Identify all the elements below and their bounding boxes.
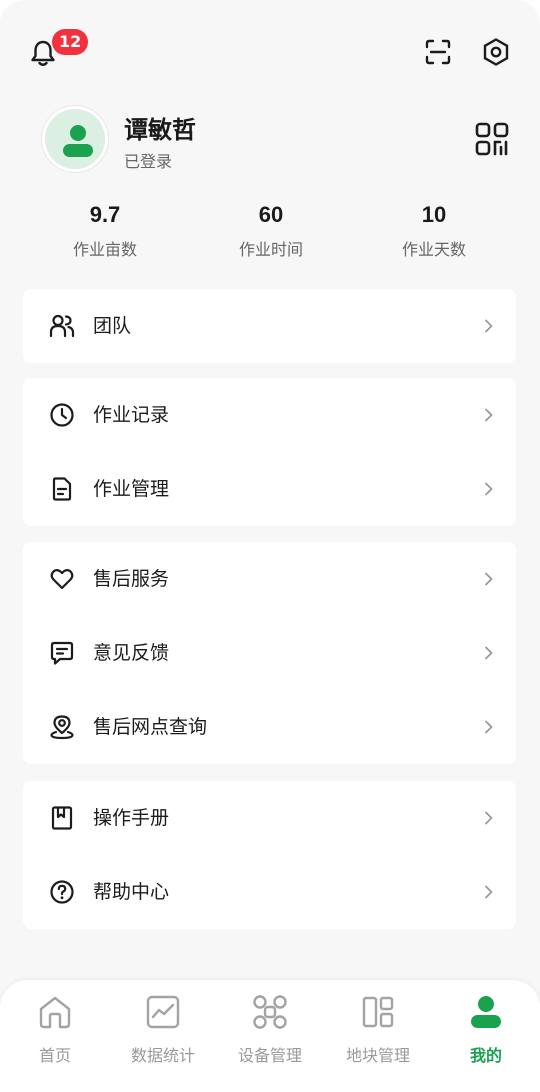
menu-item-help-center[interactable]: 帮助中心: [23, 855, 516, 929]
home-icon: [39, 996, 71, 1029]
chart-icon: [146, 995, 180, 1029]
bottom-nav: 首页 数据统计 设备管理 地块管理 我的: [0, 980, 540, 1092]
stat-time[interactable]: 60 作业时间: [191, 198, 351, 260]
menu-item-manual[interactable]: 操作手册: [23, 781, 516, 855]
work-card: 作业记录 作业管理: [23, 378, 516, 526]
heart-icon: [50, 569, 74, 590]
chevron-right-icon: [485, 885, 493, 899]
team-icon: [49, 314, 75, 338]
document-icon: [52, 477, 72, 501]
plots-icon: [362, 996, 394, 1028]
chevron-right-icon: [485, 408, 493, 422]
profile-icon: [471, 996, 501, 1028]
book-icon: [51, 806, 73, 830]
stat-value: 9.7: [89, 202, 121, 227]
nav-label: 首页: [38, 1046, 71, 1065]
menu-item-after-sales[interactable]: 售后服务: [23, 542, 516, 616]
menu-item-work-records[interactable]: 作业记录: [23, 378, 516, 452]
avatar[interactable]: [42, 106, 108, 172]
menu-label: 售后服务: [93, 568, 170, 590]
chevron-right-icon: [485, 646, 493, 660]
nav-label: 地块管理: [345, 1046, 410, 1065]
menu-item-work-management[interactable]: 作业管理: [23, 452, 516, 526]
menu-label: 作业记录: [93, 404, 170, 426]
stat-acres[interactable]: 9.7 作业亩数: [25, 198, 185, 260]
qr-code-icon[interactable]: [474, 121, 510, 157]
stat-label: 作业亩数: [72, 240, 137, 259]
help-card: 操作手册 帮助中心: [23, 781, 516, 929]
menu-label: 售后网点查询: [93, 716, 208, 738]
menu-label: 操作手册: [93, 807, 170, 829]
drone-icon: [253, 995, 287, 1029]
stat-label: 作业时间: [238, 240, 303, 259]
nav-mine[interactable]: 我的: [432, 980, 540, 1092]
settings-icon[interactable]: [482, 37, 510, 67]
chevron-right-icon: [485, 720, 493, 734]
nav-label: 我的: [469, 1046, 502, 1065]
nav-plots[interactable]: 地块管理: [324, 980, 432, 1092]
menu-item-team[interactable]: 团队: [23, 289, 516, 363]
help-icon: [50, 880, 74, 904]
scan-icon[interactable]: [424, 38, 452, 66]
stat-days[interactable]: 10 作业天数: [354, 198, 514, 260]
top-bar: 12: [0, 0, 540, 100]
chevron-right-icon: [485, 572, 493, 586]
user-name: 谭敏哲: [124, 116, 196, 144]
nav-label: 设备管理: [237, 1046, 302, 1065]
nav-home[interactable]: 首页: [1, 980, 109, 1092]
stat-label: 作业天数: [401, 240, 466, 259]
notification-badge: 12: [52, 29, 89, 55]
location-icon: [50, 715, 74, 740]
team-card: 团队: [23, 289, 516, 363]
clock-icon: [50, 403, 74, 427]
menu-label: 团队: [93, 315, 132, 337]
service-card: 售后服务 意见反馈 售后网点查询: [23, 542, 516, 764]
menu-label: 帮助中心: [93, 881, 170, 903]
mine-page: 12 谭敏哲 已登录 9.7 作业亩数 60 作业时间 10 作业天数 团队 作…: [0, 0, 540, 1092]
chevron-right-icon: [485, 811, 493, 825]
stat-value: 60: [258, 202, 284, 227]
nav-devices[interactable]: 设备管理: [216, 980, 324, 1092]
stats-row: 9.7 作业亩数 60 作业时间 10 作业天数: [0, 198, 540, 268]
menu-item-service-outlets[interactable]: 售后网点查询: [23, 690, 516, 764]
chevron-right-icon: [485, 319, 493, 333]
menu-label: 意见反馈: [93, 642, 170, 664]
menu-item-feedback[interactable]: 意见反馈: [23, 616, 516, 690]
nav-label: 数据统计: [130, 1046, 195, 1065]
login-status: 已登录: [124, 152, 173, 171]
nav-statistics[interactable]: 数据统计: [109, 980, 217, 1092]
stat-value: 10: [421, 202, 447, 227]
message-icon: [50, 641, 74, 665]
chevron-right-icon: [485, 482, 493, 496]
menu-label: 作业管理: [93, 478, 170, 500]
